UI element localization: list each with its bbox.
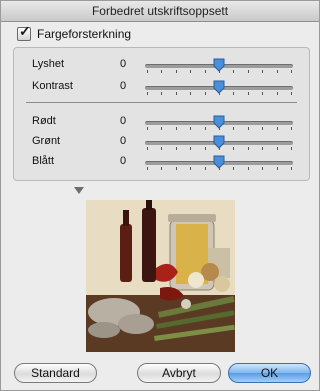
blue-value: 0	[120, 155, 127, 167]
slider-tick	[175, 70, 177, 73]
slider-tick	[233, 70, 235, 73]
slider-tick	[175, 92, 177, 95]
blue-label: Blått	[32, 155, 55, 167]
slider-tick	[204, 92, 206, 95]
slider-tick	[175, 147, 177, 150]
slider-tick	[291, 167, 292, 170]
slider-tick	[161, 70, 163, 73]
slider-tick	[233, 92, 235, 95]
ok-button[interactable]: OK	[228, 363, 311, 383]
contrast-value: 0	[120, 80, 127, 92]
slider-tick	[291, 127, 292, 130]
slider-tick	[247, 147, 249, 150]
enhanced-print-settings-dialog: Forbedret utskriftsoppsett ✓ Fargeforste…	[0, 0, 320, 391]
slider-thumb[interactable]	[213, 80, 225, 94]
red-label: Rødt	[32, 115, 56, 127]
slider-tick	[262, 92, 264, 95]
slider-tick	[190, 127, 192, 130]
window-title: Forbedret utskriftsoppsett	[1, 1, 319, 22]
red-slider[interactable]	[145, 115, 293, 131]
slider-tick	[262, 70, 264, 73]
slider-tick	[276, 127, 278, 130]
checkmark-icon: ✓	[19, 23, 31, 39]
slider-thumb[interactable]	[213, 155, 225, 169]
slider-tick	[161, 147, 163, 150]
still-life-photo	[86, 200, 235, 352]
slider-tick	[247, 70, 249, 73]
slider-tick	[291, 147, 292, 150]
disclosure-triangle-icon[interactable]	[74, 187, 84, 194]
slider-tick	[276, 147, 278, 150]
standard-button[interactable]: Standard	[14, 363, 97, 383]
contrast-slider[interactable]	[145, 80, 293, 96]
slider-tick	[247, 127, 249, 130]
slider-tick	[276, 70, 278, 73]
panel-divider	[26, 102, 297, 103]
slider-tick	[204, 70, 206, 73]
slider-tick	[147, 167, 148, 170]
adjustments-panel: Lyshet 0 Kontrast 0 Rødt 0 Grønt 0 Blått…	[13, 47, 310, 181]
slider-tick	[291, 70, 292, 73]
slider-tick	[147, 70, 148, 73]
blue-slider[interactable]	[145, 155, 293, 171]
preview-image	[86, 200, 235, 352]
color-enhancement-option[interactable]: ✓ Fargeforsterkning	[17, 23, 132, 42]
slider-tick	[161, 127, 163, 130]
slider-row-red: Rødt 0	[14, 114, 309, 130]
slider-tick	[161, 92, 163, 95]
slider-tick	[233, 147, 235, 150]
cancel-button[interactable]: Avbryt	[137, 363, 221, 383]
slider-tick	[262, 167, 264, 170]
slider-tick	[204, 167, 206, 170]
slider-tick	[291, 92, 292, 95]
color-enhancement-label: Fargeforsterkning	[37, 27, 132, 41]
color-enhancement-checkbox[interactable]: ✓	[17, 23, 31, 41]
slider-tick	[190, 70, 192, 73]
slider-row-brightness: Lyshet 0	[14, 57, 309, 73]
red-value: 0	[120, 115, 127, 127]
slider-tick	[204, 127, 206, 130]
slider-tick	[147, 147, 148, 150]
slider-tick	[161, 167, 163, 170]
brightness-value: 0	[120, 58, 127, 70]
slider-row-contrast: Kontrast 0	[14, 79, 309, 95]
slider-tick	[190, 167, 192, 170]
slider-tick	[247, 92, 249, 95]
slider-tick	[147, 127, 148, 130]
slider-tick	[262, 147, 264, 150]
slider-tick	[175, 167, 177, 170]
slider-tick	[276, 167, 278, 170]
slider-thumb[interactable]	[213, 58, 225, 72]
slider-tick	[204, 147, 206, 150]
slider-tick	[247, 167, 249, 170]
slider-tick	[262, 127, 264, 130]
slider-row-green: Grønt 0	[14, 134, 309, 150]
slider-tick	[175, 127, 177, 130]
green-value: 0	[120, 135, 127, 147]
slider-tick	[190, 92, 192, 95]
slider-tick	[276, 92, 278, 95]
green-slider[interactable]	[145, 135, 293, 151]
brightness-slider[interactable]	[145, 58, 293, 74]
slider-thumb[interactable]	[213, 115, 225, 129]
slider-tick	[147, 92, 148, 95]
slider-tick	[233, 127, 235, 130]
brightness-label: Lyshet	[32, 58, 65, 70]
slider-tick	[190, 147, 192, 150]
slider-tick	[233, 167, 235, 170]
contrast-label: Kontrast	[32, 80, 73, 92]
green-label: Grønt	[32, 135, 61, 147]
slider-thumb[interactable]	[213, 135, 225, 149]
slider-row-blue: Blått 0	[14, 154, 309, 170]
